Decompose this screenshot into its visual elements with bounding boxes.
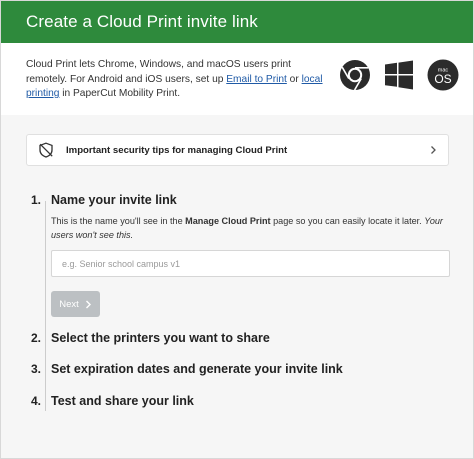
chevron-right-icon <box>85 300 91 308</box>
step-title: Test and share your link <box>51 394 194 408</box>
step-number: 2. <box>31 331 42 345</box>
steps-rail <box>45 201 46 411</box>
dialog-header: Create a Cloud Print invite link <box>1 1 473 43</box>
macos-icon: mac OS <box>427 59 459 91</box>
step-number: 3. <box>31 362 42 376</box>
manage-cloud-print-emphasis: Manage Cloud Print <box>185 216 271 226</box>
intro-text-middle: or <box>286 73 302 85</box>
macos-icon-bottom-text: OS <box>434 72 451 86</box>
security-tips-accordion[interactable]: Important security tips for managing Clo… <box>26 134 449 166</box>
shield-slash-icon <box>39 142 53 158</box>
setup-panel: Important security tips for managing Clo… <box>1 115 473 458</box>
intro-text: Cloud Print lets Chrome, Windows, and ma… <box>26 58 326 102</box>
next-button[interactable]: Next <box>51 291 100 317</box>
email-to-print-link[interactable]: Email to Print <box>226 74 287 85</box>
os-icons: mac OS <box>339 59 459 91</box>
step-description-before: This is the name you'll see in the <box>51 216 186 226</box>
cloud-print-dialog: Create a Cloud Print invite link Cloud P… <box>0 0 474 459</box>
chrome-icon <box>339 59 371 91</box>
chevron-right-icon <box>431 146 436 154</box>
intro-text-after: in PaperCut Mobility Print. <box>59 88 181 99</box>
step-number: 4. <box>31 394 42 408</box>
step-title: Select the printers you want to share <box>51 331 270 345</box>
step-description: This is the name you'll see in the Manag… <box>51 214 451 242</box>
step-title: Name your invite link <box>51 193 177 207</box>
step-number: 1. <box>31 193 42 207</box>
windows-icon <box>383 59 415 91</box>
next-button-label: Next <box>59 298 79 310</box>
security-tips-label: Important security tips for managing Clo… <box>66 144 288 156</box>
step-title: Set expiration dates and generate your i… <box>51 362 343 376</box>
invite-link-name-input[interactable] <box>51 250 450 277</box>
step-description-middle: page so you can easily locate it later. <box>270 216 425 226</box>
dialog-title: Create a Cloud Print invite link <box>26 12 258 31</box>
